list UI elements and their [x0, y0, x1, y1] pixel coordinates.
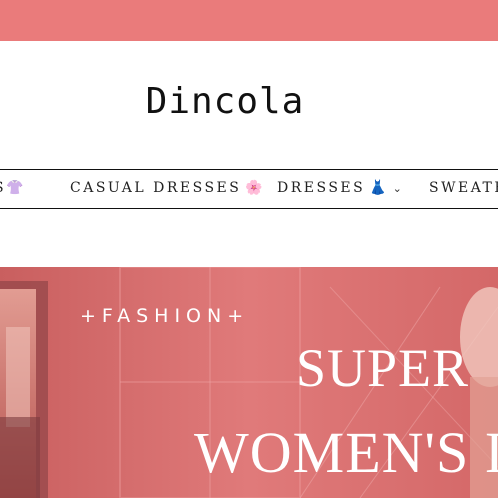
hero-headline-line2: WOMEN'S I [194, 420, 498, 485]
hero-eyebrow-text: +FASHION+ [80, 305, 250, 327]
nav-item-label: CASUAL DRESSES [70, 180, 242, 196]
main-nav: S👚 CASUAL DRESSES🌸 DRESSES👗 ⌄ SWEATER [0, 169, 498, 209]
nav-item-label: SWEATER [429, 180, 498, 196]
site-header: Dincola [0, 41, 498, 169]
nav-item-dresses[interactable]: DRESSES 👗 ⌄ [277, 170, 402, 208]
nav-item-tops[interactable]: S👚 [0, 170, 24, 208]
flower-icon: 🌸 [245, 180, 263, 196]
hero-banner[interactable]: +FASHION+ SUPER WOMEN'S I [0, 267, 498, 498]
nav-item-label: DRESSES [277, 180, 366, 196]
hero-headline-line1: SUPER [296, 338, 470, 398]
chevron-down-icon[interactable]: ⌄ [393, 182, 402, 195]
nav-item-casual-dresses[interactable]: CASUAL DRESSES 🌸 [70, 170, 263, 208]
nav-item-sweaters[interactable]: SWEATER [429, 170, 498, 208]
blouse-icon: 👚 [6, 180, 24, 196]
site-logo[interactable]: Dincola [0, 81, 450, 122]
dress-icon: 👗 [369, 180, 387, 196]
announcement-bar [0, 0, 498, 41]
